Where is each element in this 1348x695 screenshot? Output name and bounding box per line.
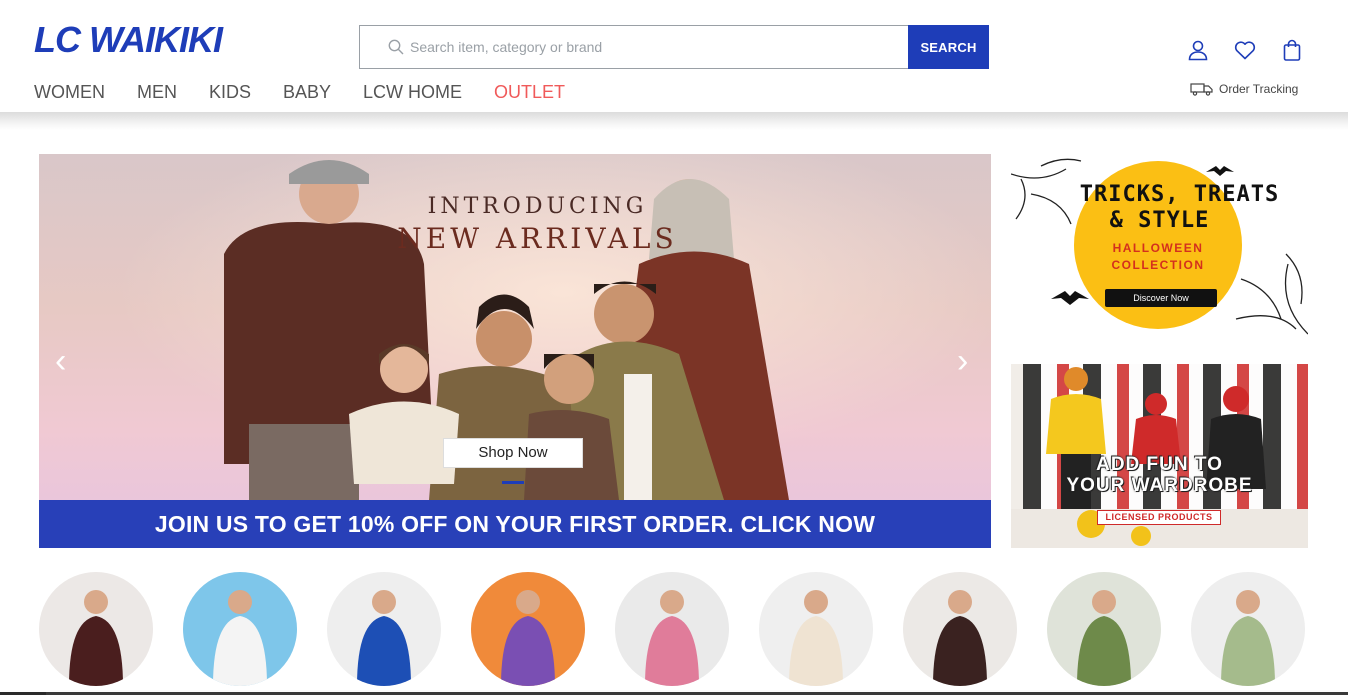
nav-item-women[interactable]: WOMEN [34, 80, 105, 104]
order-tracking-link[interactable]: Order Tracking [1190, 82, 1298, 96]
category-photo [357, 590, 411, 686]
nav-item-men[interactable]: MEN [137, 80, 177, 104]
hero-carousel[interactable]: INTRODUCING NEW ARRIVALS ‹ › Shop Now [39, 154, 991, 500]
category-circle-baby-girl[interactable] [1047, 572, 1161, 686]
nav-item-outlet[interactable]: OUTLET [494, 80, 565, 104]
bag-icon[interactable] [1280, 38, 1304, 62]
brand-logo[interactable]: LC WAIKIKI [34, 18, 223, 62]
category-photo [789, 590, 843, 686]
nav-item-lcw-home[interactable]: LCW HOME [363, 80, 462, 104]
category-photo [69, 590, 123, 686]
licensed-products-badge: LICENSED PRODUCTS [1097, 510, 1221, 525]
nav-item-kids[interactable]: KIDS [209, 80, 251, 104]
licensed-products-banner[interactable]: ADD FUN TO YOUR WARDROBE LICENSED PRODUC… [1011, 364, 1308, 548]
category-circle-boys-baby[interactable] [759, 572, 873, 686]
search-input[interactable] [410, 26, 900, 68]
carousel-dots [502, 481, 524, 484]
user-icon[interactable] [1186, 38, 1210, 62]
chevron-left-icon[interactable]: ‹ [55, 344, 66, 378]
search-icon [388, 39, 404, 55]
category-circle-men[interactable] [327, 572, 441, 686]
category-photo [645, 590, 699, 686]
halloween-banner[interactable]: TRICKS, TREATS & STYLE HALLOWEEN COLLECT… [1011, 154, 1308, 337]
hero-title-line2: NEW ARRIVALS [397, 222, 678, 255]
halloween-title-line2: & STYLE [1109, 208, 1210, 233]
chevron-right-icon[interactable]: › [957, 344, 968, 378]
category-circle-baby-boy[interactable] [1191, 572, 1305, 686]
category-circle-women-knit[interactable] [183, 572, 297, 686]
halloween-title-line1: TRICKS, TREATS [1079, 182, 1280, 207]
category-photo [933, 590, 987, 686]
wardrobe-title-line1: ADD FUN TO [1096, 454, 1223, 475]
header-divider [0, 112, 1348, 130]
search-bar: SEARCH [359, 25, 989, 69]
search-button[interactable]: SEARCH [908, 25, 989, 69]
category-circle-women[interactable] [39, 572, 153, 686]
site-header: LC WAIKIKI SEARCH WOMEN MEN KIDS BABY LC… [0, 0, 1348, 114]
discover-now-button[interactable]: Discover Now [1105, 289, 1217, 307]
category-photo [213, 590, 267, 686]
halloween-subtitle: HALLOWEEN COLLECTION [1074, 240, 1242, 274]
main-nav: WOMEN MEN KIDS BABY LCW HOME OUTLET [34, 80, 597, 104]
nav-item-baby[interactable]: BABY [283, 80, 331, 104]
category-photo [1077, 590, 1131, 686]
shop-now-button[interactable]: Shop Now [443, 438, 583, 468]
category-photo [501, 590, 555, 686]
category-circles [39, 572, 1335, 686]
carousel-dot-active[interactable] [502, 481, 524, 484]
wardrobe-title-line2: YOUR WARDROBE [1066, 475, 1253, 496]
first-order-promo-bar[interactable]: JOIN US TO GET 10% OFF ON YOUR FIRST ORD… [39, 500, 991, 548]
truck-icon [1190, 83, 1213, 96]
heart-icon[interactable] [1233, 38, 1257, 62]
category-photo [1221, 590, 1275, 686]
order-tracking-label: Order Tracking [1219, 82, 1299, 96]
category-circle-girls[interactable] [615, 572, 729, 686]
halloween-subtitle-line1: HALLOWEEN [1112, 241, 1204, 255]
hero-title-line1: INTRODUCING [427, 194, 648, 219]
halloween-subtitle-line2: COLLECTION [1111, 258, 1205, 272]
category-circle-maternity[interactable] [903, 572, 1017, 686]
category-circle-kids[interactable] [471, 572, 585, 686]
